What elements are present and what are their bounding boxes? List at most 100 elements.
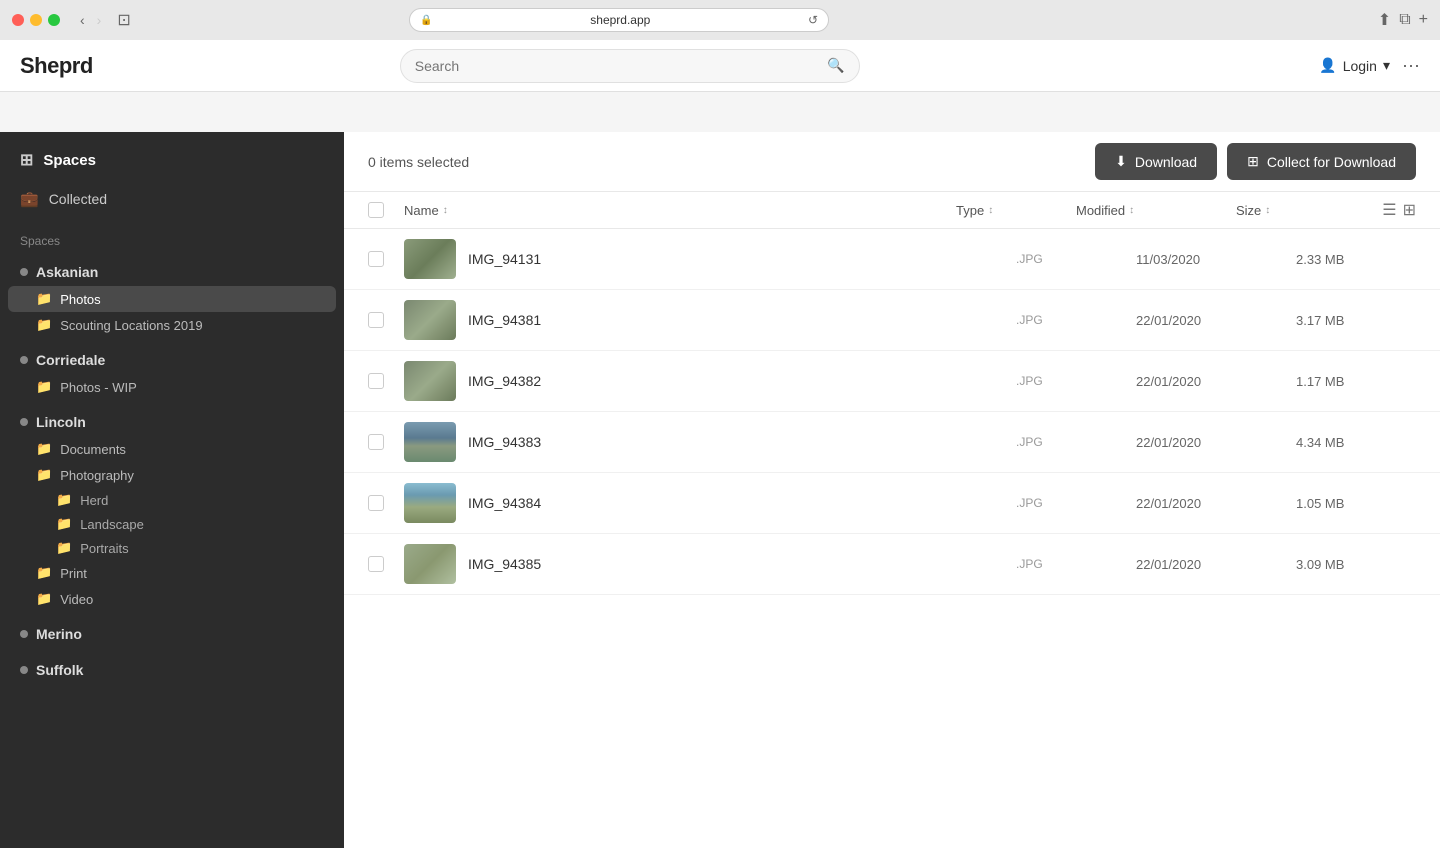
row-checkbox[interactable] (368, 556, 384, 572)
sidebar-item-collected[interactable]: 💼 Collected (0, 180, 344, 218)
table-row[interactable]: IMG_94382 .JPG 22/01/2020 1.17 MB (344, 351, 1440, 412)
row-checkbox[interactable] (368, 312, 384, 328)
app-header: Sheprd 🔍 👤 Login ▾ ··· (0, 40, 1440, 92)
folder-icon: 📁 (56, 516, 72, 532)
sidebar-toggle-button[interactable]: ⊡ (117, 10, 130, 30)
file-thumbnail (404, 300, 456, 340)
search-bar[interactable]: 🔍 (400, 49, 860, 83)
sidebar-folder-scouting[interactable]: 📁 Scouting Locations 2019 (0, 312, 344, 338)
search-icon[interactable]: 🔍 (827, 57, 844, 74)
sort-modified-icon: ↕ (1129, 205, 1134, 216)
dot-icon (20, 268, 28, 276)
column-size[interactable]: Size ↕ (1236, 203, 1356, 218)
share-button[interactable]: ⬆ (1378, 10, 1391, 30)
row-checkbox[interactable] (368, 434, 384, 450)
space-group-suffolk: Suffolk (0, 652, 344, 688)
sidebar-folder-print[interactable]: 📁 Print (0, 560, 344, 586)
file-type: .JPG (1016, 557, 1136, 571)
search-input[interactable] (415, 58, 820, 74)
space-group-lincoln: Lincoln 📁 Documents 📁 Photography 📁 Herd… (0, 404, 344, 616)
file-size: 3.09 MB (1296, 557, 1416, 572)
file-name: IMG_94384 (468, 495, 1016, 511)
row-checkbox[interactable] (368, 495, 384, 511)
folder-icon: 📁 (36, 591, 52, 607)
file-modified: 22/01/2020 (1136, 374, 1296, 389)
file-type: .JPG (1016, 313, 1136, 327)
collect-icon: ⊞ (1247, 153, 1259, 170)
action-bar: 0 items selected ⬇ Download ⊞ Collect fo… (344, 132, 1440, 192)
nav-arrows: ‹ › (76, 10, 105, 30)
file-thumbnail (404, 483, 456, 523)
download-button[interactable]: ⬇ Download (1095, 143, 1217, 180)
space-group-corriedale: Corriedale 📁 Photos - WIP (0, 342, 344, 404)
minimize-button[interactable] (30, 14, 42, 26)
sidebar: ⊞ Spaces 💼 Collected Spaces Askanian 📁 P… (0, 132, 344, 848)
select-all-check[interactable] (368, 202, 404, 218)
column-type[interactable]: Type ↕ (956, 203, 1076, 218)
dot-icon (20, 356, 28, 364)
folder-icon: 📁 (36, 565, 52, 581)
below-header: ⊞ Spaces 💼 Collected Spaces Askanian 📁 P… (0, 132, 1440, 848)
table-row[interactable]: IMG_94384 .JPG 22/01/2020 1.05 MB (344, 473, 1440, 534)
sidebar-subfolder-portraits[interactable]: 📁 Portraits (0, 536, 344, 560)
table-row[interactable]: IMG_94131 .JPG 11/03/2020 2.33 MB (344, 229, 1440, 290)
file-name: IMG_94383 (468, 434, 1016, 450)
file-type: .JPG (1016, 252, 1136, 266)
sidebar-item-spaces[interactable]: ⊞ Spaces (0, 140, 344, 180)
sort-size-icon: ↕ (1265, 205, 1270, 216)
collect-for-download-button[interactable]: ⊞ Collect for Download (1227, 143, 1416, 180)
grid-view-button[interactable]: ⊞ (1403, 200, 1416, 220)
dot-icon (20, 418, 28, 426)
file-size: 2.33 MB (1296, 252, 1416, 267)
file-thumbnail (404, 544, 456, 584)
sidebar-folder-photos[interactable]: 📁 Photos (8, 286, 336, 312)
table-row[interactable]: IMG_94383 .JPG 22/01/2020 4.34 MB (344, 412, 1440, 473)
close-button[interactable] (12, 14, 24, 26)
sidebar-subfolder-herd[interactable]: 📁 Herd (0, 488, 344, 512)
dot-icon (20, 630, 28, 638)
select-all-checkbox[interactable] (368, 202, 384, 218)
header-right: 👤 Login ▾ ··· (1319, 55, 1420, 76)
more-options-button[interactable]: ··· (1402, 55, 1420, 76)
file-name: IMG_94385 (468, 556, 1016, 572)
url-bar[interactable]: 🔒 sheprd.app ↺ (409, 8, 829, 32)
sidebar-folder-photography[interactable]: 📁 Photography (0, 462, 344, 488)
column-modified[interactable]: Modified ↕ (1076, 203, 1236, 218)
folder-icon: 📁 (36, 441, 52, 457)
sort-name-icon: ↕ (443, 205, 448, 216)
sidebar-item-askanian[interactable]: Askanian (0, 258, 344, 286)
table-row[interactable]: IMG_94381 .JPG 22/01/2020 3.17 MB (344, 290, 1440, 351)
sidebar-item-merino[interactable]: Merino (0, 620, 344, 648)
sidebar-folder-photos-wip[interactable]: 📁 Photos - WIP (0, 374, 344, 400)
list-view-button[interactable]: ☰ (1382, 200, 1396, 220)
sidebar-folder-documents[interactable]: 📁 Documents (0, 436, 344, 462)
file-modified: 22/01/2020 (1136, 313, 1296, 328)
sidebar-item-lincoln[interactable]: Lincoln (0, 408, 344, 436)
add-tab-button[interactable]: + (1419, 11, 1428, 29)
back-button[interactable]: ‹ (76, 10, 89, 30)
file-name: IMG_94382 (468, 373, 1016, 389)
sidebar-collected-label: Collected (49, 191, 107, 207)
file-name: IMG_94381 (468, 312, 1016, 328)
grid-icon: ⊞ (20, 150, 33, 170)
row-checkbox[interactable] (368, 251, 384, 267)
space-group-askanian: Askanian 📁 Photos 📁 Scouting Locations 2… (0, 254, 344, 342)
sidebar-subfolder-landscape[interactable]: 📁 Landscape (0, 512, 344, 536)
sidebar-item-corriedale[interactable]: Corriedale (0, 346, 344, 374)
column-name[interactable]: Name ↕ (404, 203, 956, 218)
table-row[interactable]: IMG_94385 .JPG 22/01/2020 3.09 MB (344, 534, 1440, 595)
reload-button[interactable]: ↺ (808, 13, 818, 27)
file-thumbnail (404, 239, 456, 279)
sidebar-folder-video[interactable]: 📁 Video (0, 586, 344, 612)
login-button[interactable]: 👤 Login ▾ (1319, 57, 1390, 74)
sidebar-item-suffolk[interactable]: Suffolk (0, 656, 344, 684)
maximize-button[interactable] (48, 14, 60, 26)
folder-icon: 📁 (36, 291, 52, 307)
titlebar-actions: ⬆ ⧉ + (1378, 10, 1428, 30)
action-buttons: ⬇ Download ⊞ Collect for Download (1095, 143, 1416, 180)
row-checkbox[interactable] (368, 373, 384, 389)
user-icon: 👤 (1319, 57, 1336, 74)
items-selected-label: 0 items selected (368, 154, 1095, 170)
new-tab-button[interactable]: ⧉ (1399, 11, 1410, 29)
forward-button[interactable]: › (93, 10, 106, 30)
